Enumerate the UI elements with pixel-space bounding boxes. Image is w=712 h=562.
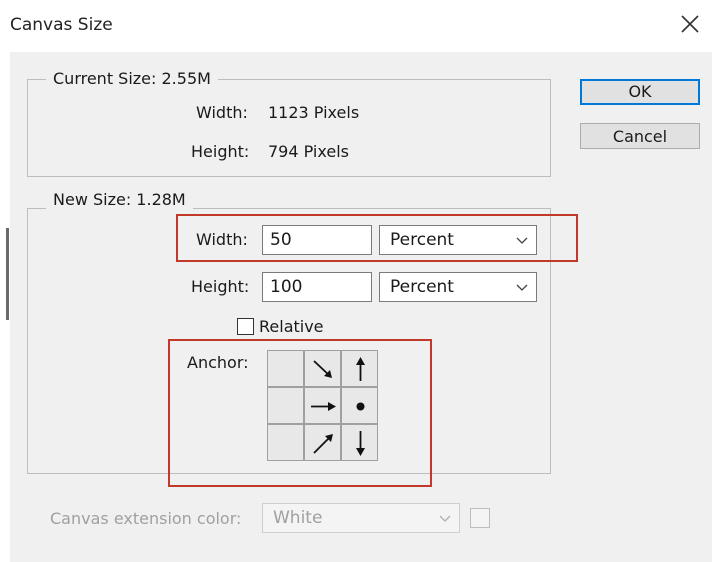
height-unit-select[interactable]: Percent bbox=[379, 272, 537, 302]
window-edge bbox=[0, 52, 10, 562]
arrow-up-right-icon bbox=[313, 434, 333, 454]
new-size-legend: New Size: 1.28M bbox=[46, 191, 193, 209]
arrow-down-right-icon bbox=[313, 360, 332, 378]
extension-color-swatch[interactable] bbox=[470, 508, 490, 528]
extension-color-label: Canvas extension color: bbox=[50, 509, 242, 528]
current-width-value: 1123 Pixels bbox=[268, 103, 360, 122]
extension-color-select[interactable]: White bbox=[262, 503, 460, 533]
width-unit-select[interactable]: Percent bbox=[379, 225, 537, 255]
anchor-grid bbox=[267, 350, 378, 461]
anchor-top-center[interactable] bbox=[304, 350, 341, 387]
arrow-right-icon bbox=[311, 402, 336, 411]
new-height-label: Height: bbox=[191, 277, 250, 296]
extension-color-value: White bbox=[273, 508, 323, 528]
anchor-middle-center[interactable] bbox=[304, 387, 341, 424]
current-size-legend: Current Size: 2.55M bbox=[46, 70, 218, 88]
canvas-size-dialog: Canvas Size Current Size: 2.55M Width: 1… bbox=[0, 0, 712, 562]
anchor-bottom-left[interactable] bbox=[267, 424, 304, 461]
relative-label[interactable]: Relative bbox=[259, 317, 324, 337]
arrow-up-icon bbox=[356, 357, 365, 381]
current-height-value: 794 Pixels bbox=[268, 142, 349, 161]
new-width-label: Width: bbox=[196, 230, 248, 249]
height-input[interactable]: 100 bbox=[262, 272, 372, 302]
current-height-label: Height: bbox=[191, 142, 250, 161]
anchor-dot-icon bbox=[356, 402, 365, 411]
ok-button[interactable]: OK bbox=[580, 79, 700, 105]
anchor-middle-right[interactable] bbox=[341, 387, 378, 424]
anchor-bottom-right[interactable] bbox=[341, 424, 378, 461]
width-input[interactable]: 50 bbox=[262, 225, 372, 255]
anchor-middle-left[interactable] bbox=[267, 387, 304, 424]
close-icon[interactable] bbox=[678, 12, 702, 36]
height-unit-value: Percent bbox=[390, 277, 454, 297]
current-width-label: Width: bbox=[196, 103, 248, 122]
chevron-down-icon bbox=[516, 284, 528, 291]
arrow-down-icon bbox=[356, 431, 365, 456]
chevron-down-icon bbox=[439, 515, 451, 522]
title-bar: Canvas Size bbox=[0, 0, 712, 52]
width-unit-value: Percent bbox=[390, 230, 454, 250]
anchor-top-left[interactable] bbox=[267, 350, 304, 387]
anchor-label: Anchor: bbox=[187, 353, 249, 372]
relative-checkbox[interactable] bbox=[237, 318, 254, 335]
anchor-bottom-center[interactable] bbox=[304, 424, 341, 461]
cancel-button[interactable]: Cancel bbox=[580, 123, 700, 149]
anchor-top-right[interactable] bbox=[341, 350, 378, 387]
current-size-group bbox=[27, 79, 551, 177]
chevron-down-icon bbox=[516, 237, 528, 244]
dialog-title: Canvas Size bbox=[10, 15, 113, 35]
